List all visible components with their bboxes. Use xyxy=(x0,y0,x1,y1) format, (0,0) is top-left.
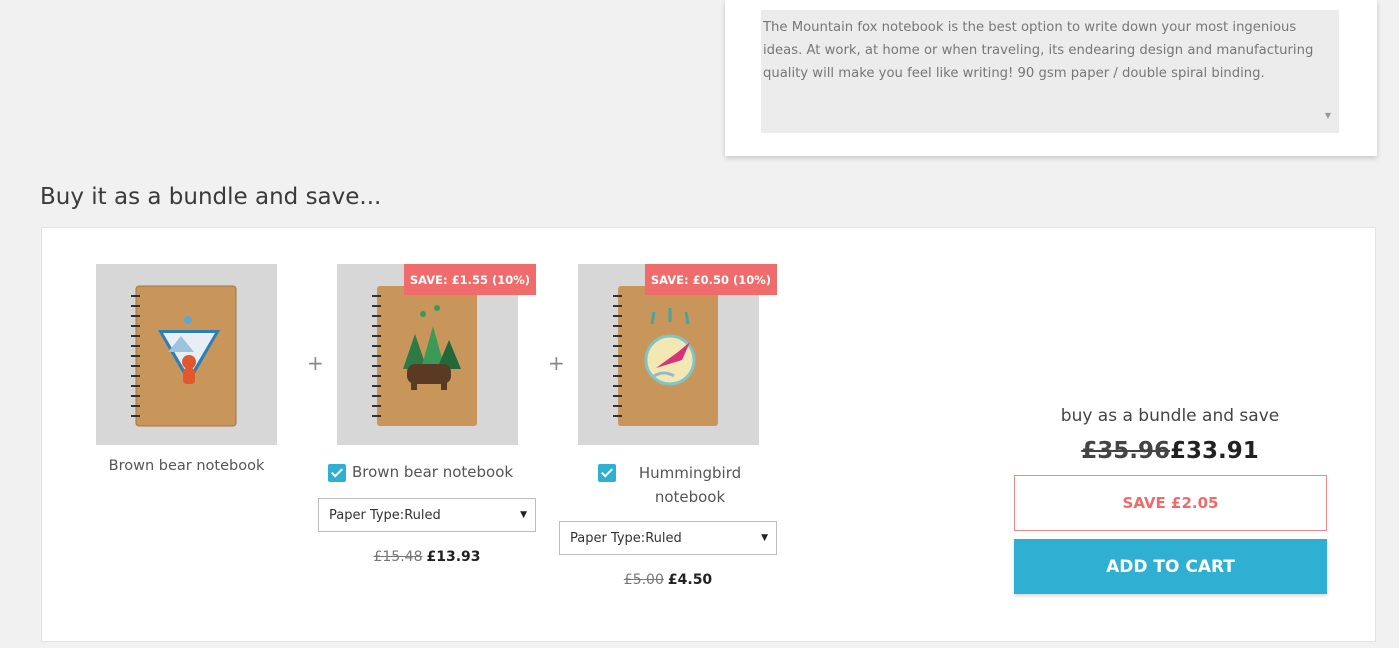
plus-symbol: + xyxy=(548,351,565,375)
product-2-checkbox-row[interactable]: Brown bear notebook xyxy=(328,463,513,482)
save-badge-2: SAVE: £1.55 (10%) xyxy=(403,264,536,295)
bundle-summary-label: buy as a bundle and save xyxy=(1060,406,1280,426)
bundle-save-amount: SAVE £2.05 xyxy=(1014,475,1327,531)
paper-type-value-2: Paper Type:Ruled xyxy=(329,508,441,523)
product-image-1[interactable] xyxy=(96,264,277,445)
old-price-3: £5.00 xyxy=(623,572,664,588)
bundle-total-price: £35.96£33.91 xyxy=(1013,438,1327,464)
caret-down-icon[interactable]: ▼ xyxy=(1325,104,1331,127)
paper-type-value-3: Paper Type:Ruled xyxy=(570,531,682,546)
product-name-2: Brown bear notebook xyxy=(352,463,514,481)
product-name-3: Hummingbird notebook xyxy=(638,464,742,506)
plus-symbol: + xyxy=(307,351,324,375)
product-3-price: £5.00 £4.50 xyxy=(559,572,777,588)
fox-notebook-image xyxy=(131,285,237,427)
product-image-3[interactable]: SAVE: £0.50 (10%) xyxy=(578,264,777,445)
old-price-2: £15.48 xyxy=(373,549,423,565)
caret-down-icon: ▼ xyxy=(761,533,768,543)
checkbox-checked-icon[interactable] xyxy=(328,464,346,482)
new-price-2: £13.93 xyxy=(426,549,481,565)
product-name-1[interactable]: Brown bear notebook xyxy=(96,458,277,474)
product-image-2[interactable]: SAVE: £1.55 (10%) xyxy=(337,264,536,445)
add-to-cart-button[interactable]: ADD TO CART xyxy=(1014,539,1327,594)
caret-down-icon: ▼ xyxy=(520,510,527,520)
product-description-textarea[interactable]: The Mountain fox notebook is the best op… xyxy=(761,10,1339,133)
bundle-old-total: £35.96 xyxy=(1081,438,1170,464)
checkbox-checked-icon[interactable] xyxy=(598,464,616,482)
product-description-text: The Mountain fox notebook is the best op… xyxy=(763,20,1314,81)
product-2-price: £15.48 £13.93 xyxy=(318,549,536,565)
bundle-new-total: £33.91 xyxy=(1170,438,1259,464)
product-description-card: The Mountain fox notebook is the best op… xyxy=(725,0,1377,156)
product-3-checkbox-row[interactable]: Hummingbird notebook xyxy=(598,463,758,509)
bundle-heading: Buy it as a bundle and save... xyxy=(40,184,382,210)
paper-type-select-2[interactable]: Paper Type:Ruled ▼ xyxy=(318,498,536,532)
save-badge-3: SAVE: £0.50 (10%) xyxy=(644,264,777,295)
paper-type-select-3[interactable]: Paper Type:Ruled ▼ xyxy=(559,521,777,555)
new-price-3: £4.50 xyxy=(667,572,713,588)
